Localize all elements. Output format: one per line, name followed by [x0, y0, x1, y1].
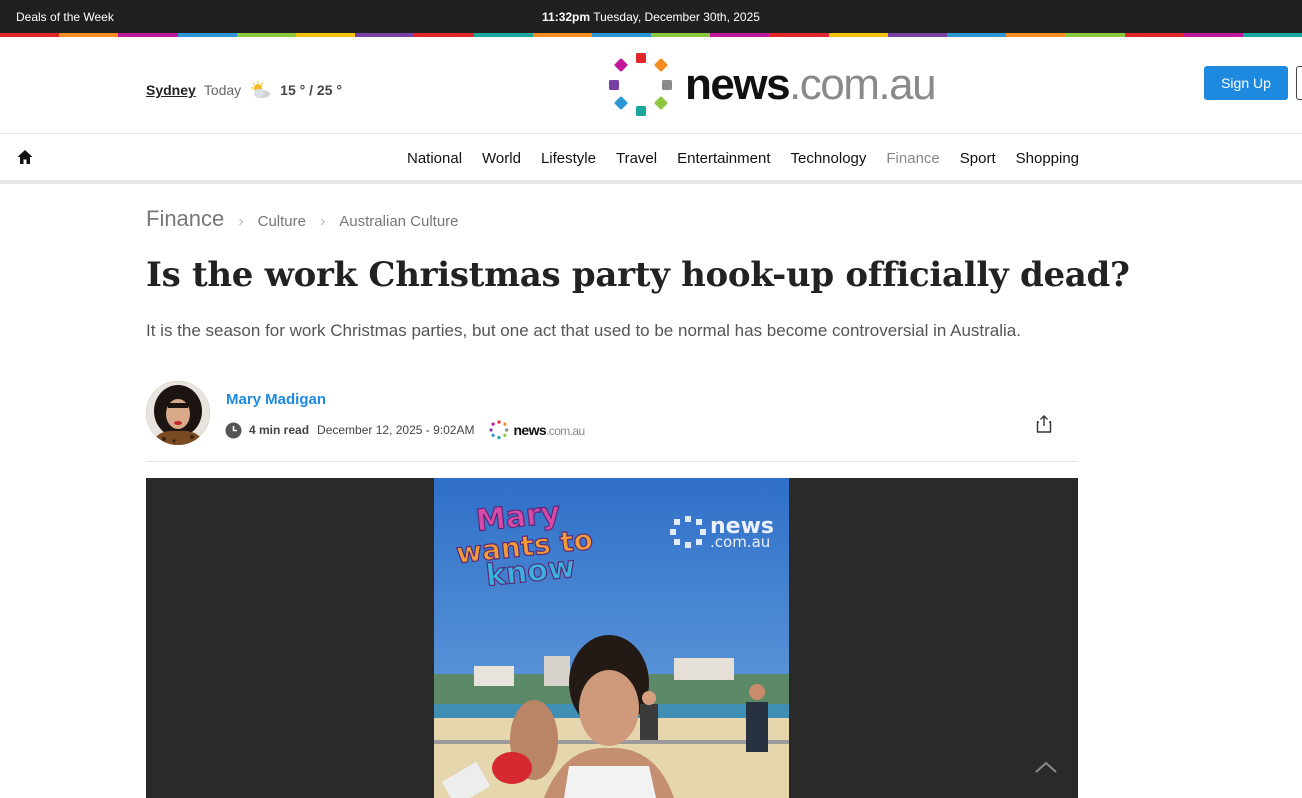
logo-suffix: .com.au [789, 60, 937, 109]
weather-widget: Sydney Today 15 ° / 25 ° [146, 81, 342, 99]
clock-date: Tuesday, December 30th, 2025 [593, 10, 760, 24]
logo-wordmark: news [685, 60, 791, 109]
author-name-link[interactable]: Mary Madigan [226, 391, 326, 408]
chevron-right-icon: › [319, 213, 326, 230]
video-player[interactable]: Mary wants to know news .com.au [146, 478, 1078, 798]
source-logo-wordmark: news [513, 422, 547, 438]
weather-city-link[interactable]: Sydney [146, 82, 196, 98]
nav-item-finance[interactable]: Finance [886, 150, 939, 167]
site-logo[interactable]: news.com.au [607, 52, 937, 118]
partly-cloudy-icon [251, 81, 271, 98]
nav-item-world[interactable]: World [482, 150, 521, 167]
logo-dots-icon [490, 420, 509, 440]
clock: 11:32pm Tuesday, December 30th, 2025 [0, 10, 1302, 24]
breadcrumb-culture[interactable]: Culture [258, 213, 306, 230]
nav-item-travel[interactable]: Travel [616, 150, 657, 167]
author-avatar[interactable] [146, 381, 210, 445]
video-frame: Mary wants to know news .com.au [434, 478, 789, 798]
top-bar: Deals of the Week 11:32pm Tuesday, Decem… [0, 0, 1302, 33]
logo-dots-icon [609, 53, 672, 116]
nav-item-entertainment[interactable]: Entertainment [677, 150, 770, 167]
watermark-suffix: .com.au [710, 533, 770, 551]
chevron-right-icon: › [238, 213, 244, 230]
login-button[interactable] [1296, 66, 1302, 100]
nav-item-technology[interactable]: Technology [791, 150, 867, 167]
article-standfirst: It is the season for work Christmas part… [146, 321, 1021, 340]
clock-time: 11:32pm [542, 10, 591, 24]
nav-item-sport[interactable]: Sport [960, 150, 996, 167]
nav-item-shopping[interactable]: Shopping [1016, 150, 1079, 167]
sign-up-button[interactable]: Sign Up [1204, 66, 1288, 100]
chevron-up-icon[interactable] [1034, 760, 1058, 774]
home-icon[interactable] [16, 148, 34, 166]
weather-temps: 15 ° / 25 ° [280, 82, 342, 98]
main-nav: National World Lifestyle Travel Entertainmen… [0, 134, 1302, 184]
breadcrumb-australian-culture[interactable]: Australian Culture [339, 213, 458, 230]
article-meta: 4 min read December 12, 2025 - 9:02AM ne… [225, 420, 585, 440]
article-headline: Is the work Christmas party hook-up offi… [146, 255, 1130, 295]
weather-label: Today [203, 82, 242, 98]
byline: Mary Madigan 4 min read December 12, 202… [146, 381, 1078, 462]
publish-date: December 12, 2025 - 9:02AM [317, 423, 475, 437]
nav-list: National World Lifestyle Travel Entertainmen… [407, 150, 1099, 167]
breadcrumb-finance[interactable]: Finance [146, 206, 224, 232]
read-time: 4 min read [249, 423, 310, 437]
nav-item-national[interactable]: National [407, 150, 462, 167]
source-logo: news.com.au [489, 420, 585, 440]
nav-item-lifestyle[interactable]: Lifestyle [541, 150, 596, 167]
clock-icon [225, 422, 242, 438]
share-icon[interactable] [1036, 415, 1052, 433]
source-logo-suffix: .com.au [546, 424, 585, 438]
breadcrumb: Finance › Culture › Australian Culture [146, 206, 459, 232]
site-header: Sydney Today 15 ° / 25 ° news.com.au Sig… [0, 37, 1302, 134]
